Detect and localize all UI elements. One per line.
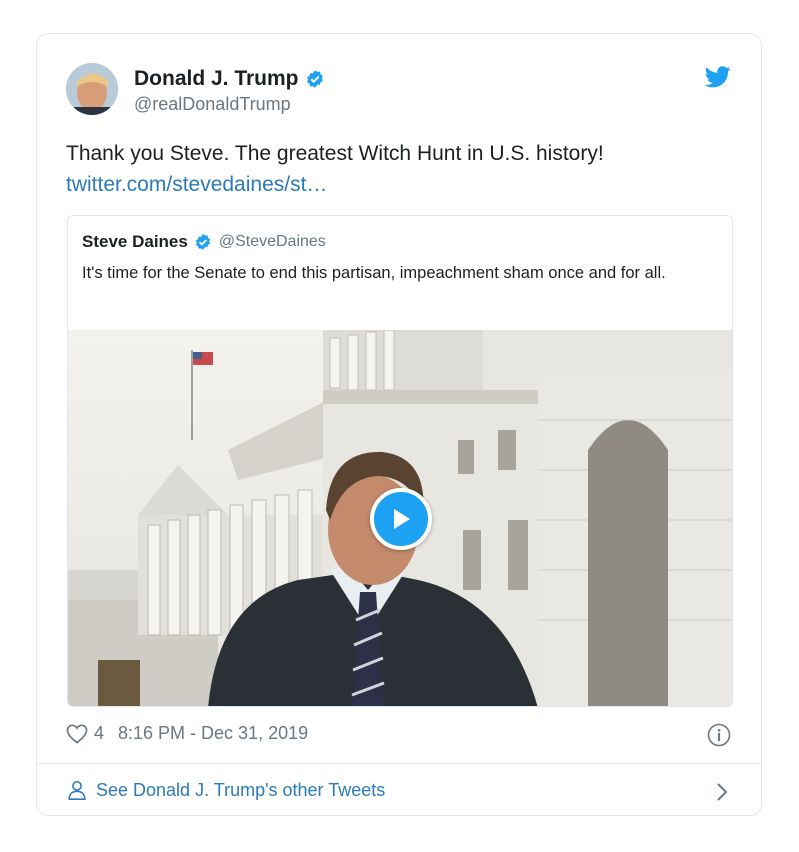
tweet-timestamp[interactable]: 8:16 PM - Dec 31, 2019 — [118, 723, 308, 744]
play-icon — [394, 509, 410, 529]
tweet-link[interactable]: twitter.com/stevedaines/st… — [66, 169, 726, 200]
quoted-tweet[interactable]: Steve Daines @SteveDaines It's time for … — [67, 215, 733, 707]
person-icon — [68, 780, 86, 800]
see-other-tweets-label: See Donald J. Trump's other Tweets — [96, 779, 386, 800]
author-name-text: Donald J. Trump — [134, 67, 299, 90]
author-handle[interactable]: @realDonaldTrump — [134, 94, 291, 115]
embedded-tweet-card: Donald J. Trump @realDonaldTrump Thank y… — [36, 33, 762, 816]
verified-badge-icon — [195, 234, 210, 250]
tweet-text: Thank you Steve. The greatest Witch Hunt… — [66, 142, 604, 165]
play-button[interactable] — [370, 488, 432, 550]
heart-icon[interactable] — [66, 724, 88, 744]
author-avatar[interactable] — [66, 63, 118, 115]
like-count[interactable]: 4 — [94, 723, 104, 744]
quoted-author-name[interactable]: Steve Daines — [82, 232, 188, 252]
info-icon[interactable] — [707, 723, 731, 747]
twitter-bird-icon[interactable] — [705, 66, 731, 88]
quoted-author-handle[interactable]: @SteveDaines — [219, 233, 326, 251]
quoted-tweet-header: Steve Daines @SteveDaines — [82, 232, 326, 252]
tweet-body: Thank you Steve. The greatest Witch Hunt… — [66, 138, 726, 200]
see-other-tweets-link[interactable]: See Donald J. Trump's other Tweets — [66, 779, 385, 801]
tweet-meta: 4 8:16 PM - Dec 31, 2019 — [66, 723, 308, 744]
video-thumbnail[interactable] — [68, 330, 732, 706]
verified-badge-icon — [306, 70, 323, 88]
quoted-tweet-text: It's time for the Senate to end this par… — [82, 264, 666, 282]
chevron-right-icon[interactable] — [715, 781, 729, 803]
footer-divider — [37, 763, 761, 764]
author-name[interactable]: Donald J. Trump — [134, 67, 325, 91]
